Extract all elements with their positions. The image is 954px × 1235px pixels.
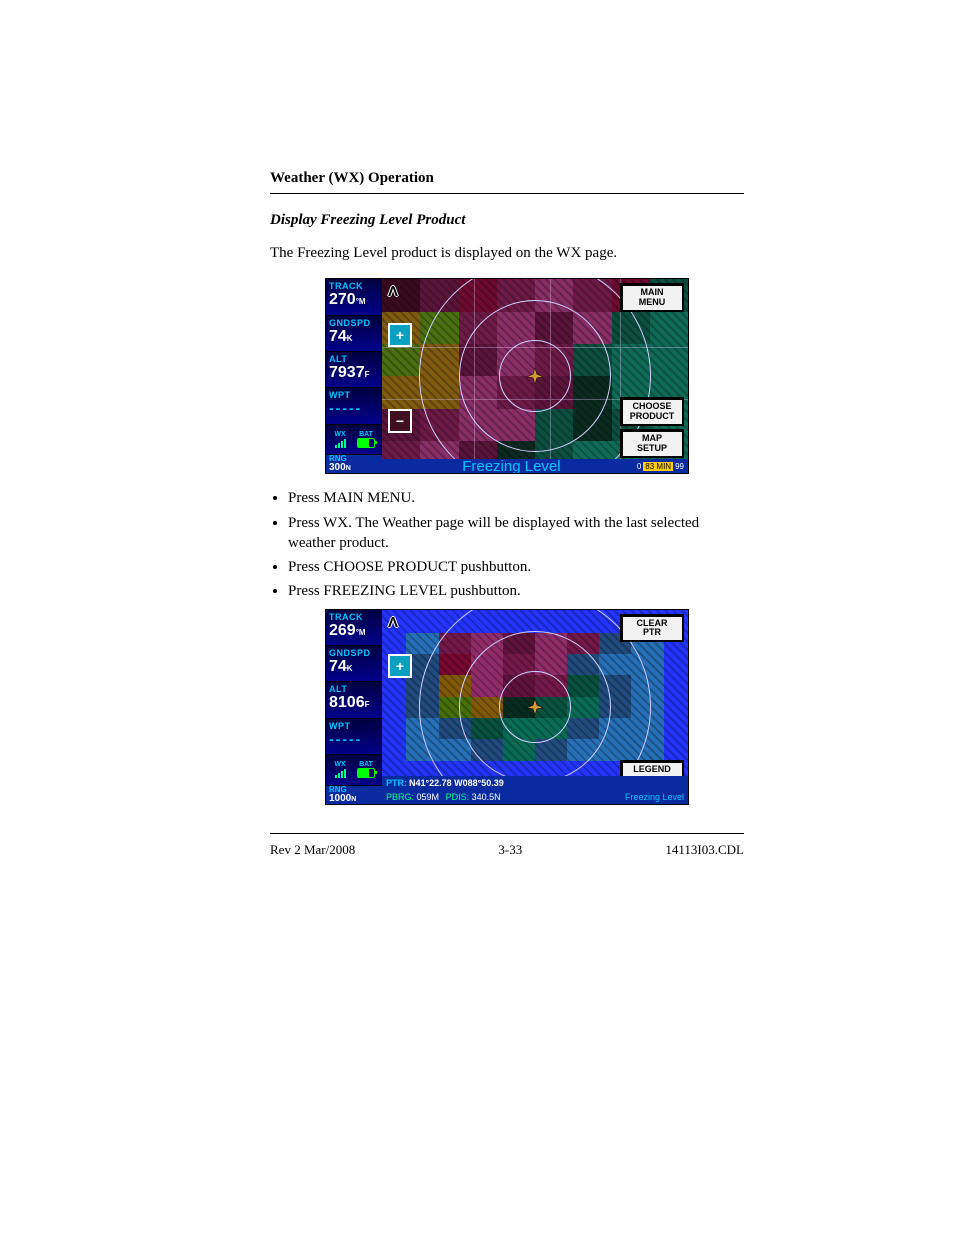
telemetry-panel: TRACK 269°M GNDSPD 74K ALT 8106F WPT ---… [326,610,382,804]
alt-label: ALT [329,684,378,694]
section-title: Weather (WX) Operation [270,170,744,187]
bat-status-label: BAT [355,431,377,438]
product-title: Freezing Level [462,458,560,474]
track-value: 269 [329,622,356,639]
alt-value: 7937 [329,364,365,381]
map-area[interactable]: Λ + CLEARPTR LEGEND PTR: N41°22.78 W088°… [382,610,688,804]
subsection-title: Display Freezing Level Product [270,212,744,229]
footer-right: 14113I03.CDL [665,842,744,858]
product-title: Freezing Level [625,792,684,802]
alt-value: 8106 [329,694,365,711]
clear-ptr-button[interactable]: CLEARPTR [620,614,684,643]
zoom-in-button[interactable]: + [388,654,412,678]
track-label: TRACK [329,612,378,622]
rng-value: 1000 [329,793,351,804]
wx-status-label: WX [329,761,351,768]
choose-product-button[interactable]: CHOOSEPRODUCT [620,397,684,426]
gndspd-value: 74 [329,658,347,675]
zoom-out-button[interactable]: − [388,409,412,433]
kmd250-screenshot-1: TRACK 270°M GNDSPD 74K ALT 7937F WPT ---… [325,278,689,474]
battery-icon [357,438,375,448]
rule-top [270,193,744,194]
list-item: Press FREEZING LEVEL pushbutton. [288,581,744,601]
gndspd-unit: K [347,664,353,673]
rng-value: 300 [329,462,346,473]
main-menu-button[interactable]: MAINMENU [620,283,684,312]
alt-label: ALT [329,354,378,364]
alt-unit: F [365,700,370,709]
track-unit: °M [356,297,366,306]
procedure-steps: Press MAIN MENU. Press WX. The Weather p… [270,488,744,601]
list-item: Press WX. The Weather page will be displ… [288,513,744,554]
north-arrow-icon: Λ [388,614,398,631]
wpt-label: WPT [329,390,378,400]
map-area[interactable]: Λ + − MAINMENU CHOOSEPRODUCT MAPSETUP Fr… [382,279,688,473]
list-item: Press MAIN MENU. [288,488,744,508]
intro-paragraph: The Freezing Level product is displayed … [270,243,744,263]
rng-unit: N [346,465,351,472]
north-arrow-icon: Λ [388,283,398,300]
rule-bottom [270,833,744,834]
telemetry-panel: TRACK 270°M GNDSPD 74K ALT 7937F WPT ---… [326,279,382,473]
wx-status-label: WX [329,431,351,438]
signal-icon [329,768,351,778]
zoom-in-button[interactable]: + [388,323,412,347]
gndspd-label: GNDSPD [329,648,378,658]
alt-unit: F [365,370,370,379]
track-unit: °M [356,628,366,637]
footer-left: Rev 2 Mar/2008 [270,842,355,858]
gndspd-value: 74 [329,328,347,345]
battery-icon [357,768,375,778]
data-age-badge: 0 83 MIN 99 [637,462,684,471]
pbrg-value: 059M [417,792,440,802]
track-label: TRACK [329,281,378,291]
ownship-icon [526,367,544,385]
wpt-value: ----- [329,400,378,416]
page-number: 3-33 [498,842,522,858]
pbrg-label: PBRG: [386,792,414,802]
rng-unit: N [351,796,356,803]
gndspd-label: GNDSPD [329,318,378,328]
track-value: 270 [329,291,356,308]
pdis-value: 340.5N [472,792,501,802]
ptr-label: PTR: [386,778,407,788]
signal-icon [329,438,351,448]
gndspd-unit: K [347,334,353,343]
list-item: Press CHOOSE PRODUCT pushbutton. [288,557,744,577]
wpt-label: WPT [329,721,378,731]
map-setup-button[interactable]: MAPSETUP [620,429,684,458]
pdis-label: PDIS: [446,792,470,802]
ownship-icon [526,698,544,716]
kmd250-screenshot-2: TRACK 269°M GNDSPD 74K ALT 8106F WPT ---… [325,609,689,805]
wpt-value: ----- [329,731,378,747]
bat-status-label: BAT [355,761,377,768]
ptr-value: N41°22.78 W088°50.39 [409,778,504,788]
